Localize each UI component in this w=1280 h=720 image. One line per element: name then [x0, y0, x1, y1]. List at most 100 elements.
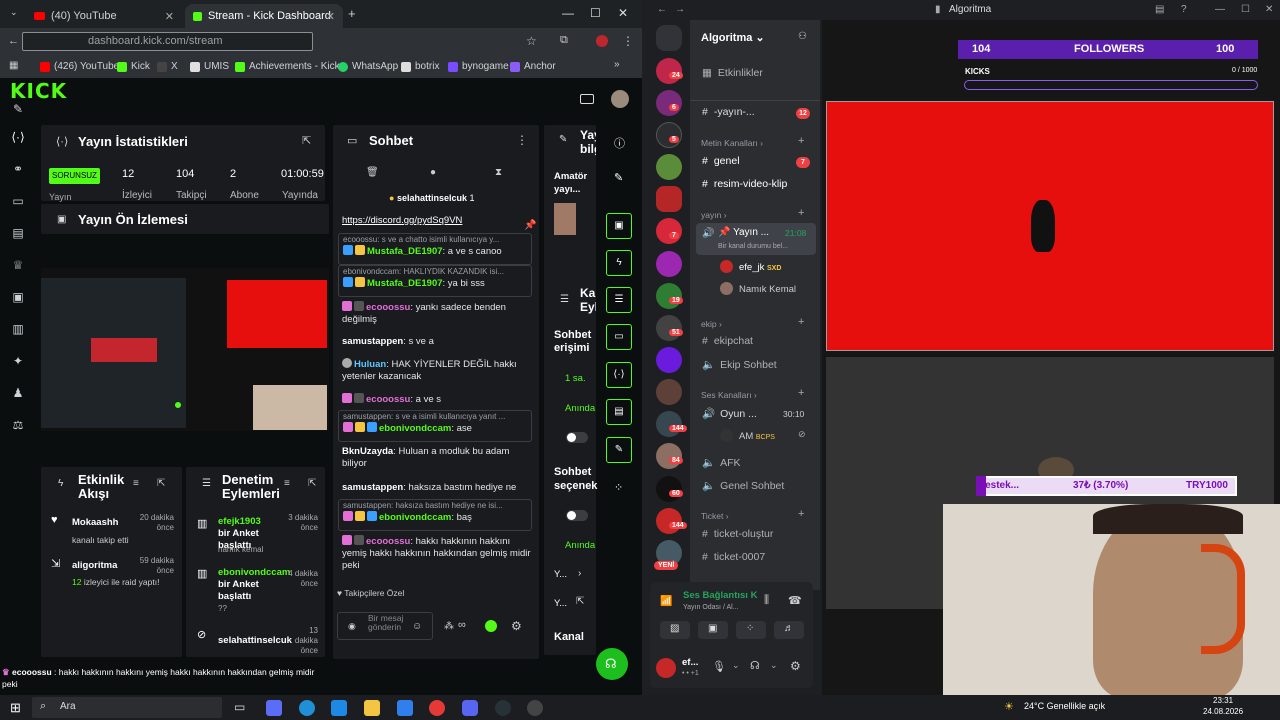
toggle-switch[interactable] [566, 510, 588, 521]
add-channel-icon[interactable]: + [798, 135, 804, 147]
server-icon[interactable] [656, 476, 682, 502]
server-icon[interactable] [656, 508, 682, 534]
infinity-icon[interactable]: ∞ [458, 619, 466, 631]
bookmark-bynogame[interactable]: bynogame [448, 61, 509, 72]
popout-icon[interactable]: ⇱ [308, 478, 316, 489]
option-label[interactable]: Y... [554, 569, 567, 580]
channel-ticket-olustur[interactable]: # ticket-oluştur [702, 528, 773, 540]
store-icon[interactable] [331, 700, 347, 716]
chat-username[interactable]: ebonivondccam [379, 512, 451, 523]
voice-member[interactable]: Namık Kemal [720, 282, 796, 295]
close-icon[interactable]: ✕ [1265, 4, 1273, 15]
bookmark-whatsapp[interactable]: WhatsApp [338, 61, 398, 72]
users-icon[interactable]: ⁂ [444, 621, 454, 632]
timer-icon[interactable]: ⧗ [495, 167, 502, 178]
explorer-icon[interactable] [364, 700, 380, 716]
activity-user[interactable]: aligoritma [72, 560, 117, 571]
bookmark-achievements[interactable]: Achievements - Kick... [235, 61, 348, 72]
server-icon[interactable] [656, 411, 682, 437]
chevron-down-icon[interactable]: ⌄ [732, 660, 740, 671]
category-ticket[interactable]: Ticket › [701, 511, 729, 521]
add-member-icon[interactable]: ⚇ [798, 31, 807, 42]
soundboard-button[interactable]: ♬ [774, 621, 804, 639]
channel-events[interactable]: ▦ Etkinlikler [702, 67, 763, 79]
toolbar-button-preview[interactable]: ▤ [606, 399, 632, 425]
url-input[interactable]: dashboard.kick.com/stream [22, 32, 313, 51]
help-icon[interactable]: ? [1181, 4, 1187, 15]
back-icon[interactable]: ← [657, 4, 667, 15]
help-chat-button[interactable]: ☊ [596, 648, 628, 680]
toolbar-button-broadcast[interactable]: ⟨·⟩ [606, 362, 632, 388]
minimize-icon[interactable]: — [1215, 4, 1225, 15]
broadcast-icon[interactable]: ⟨·⟩ [11, 130, 25, 144]
pin-icon[interactable]: 📌 [524, 220, 536, 231]
mod-user[interactable]: efejk1903 [218, 516, 261, 527]
server-icon[interactable] [656, 122, 682, 148]
toolbar-button-tools[interactable]: ✎ [606, 437, 632, 463]
toolbar-button-stream[interactable]: ▣ [606, 213, 632, 239]
chat-username[interactable]: Mustafa_DE1907 [367, 278, 443, 289]
voice-channel-ekip[interactable]: 🔈 Ekip Sohbet [702, 358, 777, 371]
voice-member[interactable]: AM BCPS [720, 429, 775, 442]
server-icon[interactable] [656, 347, 682, 373]
server-icon[interactable] [656, 283, 682, 309]
mic-icon[interactable]: 🎙 [712, 660, 726, 673]
kick-logo[interactable]: KICK [10, 79, 67, 103]
headphone-icon[interactable]: ☊ [750, 659, 760, 672]
app-icon[interactable] [527, 700, 543, 716]
minimize-icon[interactable]: — [562, 6, 574, 20]
chevron-right-icon[interactable]: › [578, 568, 581, 579]
server-icon[interactable] [656, 443, 682, 469]
chat-username[interactable]: BknUzayda [342, 446, 393, 457]
screenshare-button[interactable]: ▣ [698, 621, 728, 639]
toolbar-button-moderation[interactable]: ☰ [606, 287, 632, 313]
channel-genel[interactable]: # genel [702, 155, 740, 167]
tab-search-icon[interactable]: ⌄ [10, 7, 18, 18]
avatar[interactable] [611, 90, 629, 108]
tab-kick-dashboard[interactable]: Stream - Kick Dashboard ✕ [185, 4, 343, 28]
activity-user[interactable]: Mokaashh [72, 517, 118, 528]
add-channel-icon[interactable]: + [798, 316, 804, 328]
chat-username[interactable]: ecooossu [366, 536, 410, 547]
mod-user[interactable]: ebonivondccam [218, 567, 290, 578]
voice-channel-yayin[interactable]: 🔊 📌 Yayın ... 21:08 Bir kanal durumu bel… [696, 223, 816, 255]
activities-button[interactable]: ⁘ [736, 621, 766, 639]
new-tab-icon[interactable]: + [348, 6, 356, 21]
bookmark-youtube[interactable]: (426) YouTube [40, 61, 119, 72]
link-icon[interactable]: ⚭ [11, 162, 25, 176]
window-icon[interactable]: ▭ [11, 194, 25, 208]
server-icon[interactable] [656, 154, 682, 180]
add-channel-icon[interactable]: + [798, 207, 804, 219]
menu-icon[interactable]: ⋮ [622, 34, 634, 48]
close-window-icon[interactable]: ✕ [618, 6, 628, 20]
pinned-user[interactable]: ● selahattinselcuk 1 [389, 193, 475, 203]
channel-yayin[interactable]: # -yayın-... [702, 106, 755, 118]
maximize-icon[interactable]: ☐ [1241, 4, 1250, 15]
camera-button[interactable]: ▨ [660, 621, 690, 639]
chat-reply[interactable]: samustappen: s ve a isimli kullanıcıya y… [338, 410, 532, 442]
avatar[interactable] [656, 658, 676, 678]
chrome-icon[interactable] [429, 700, 445, 716]
tools-icon[interactable]: ✦ [11, 354, 25, 368]
trash-icon[interactable]: 🗑 [366, 167, 379, 178]
option-label[interactable]: Y... [554, 598, 567, 609]
wrench-icon[interactable]: ✎ [11, 102, 25, 116]
chevron-down-icon[interactable]: ⌄ [770, 660, 778, 671]
category-yayin[interactable]: yayın › [701, 210, 727, 220]
star-icon[interactable]: ☆ [526, 34, 537, 48]
chat-access-value[interactable]: 1 sa. [565, 373, 586, 384]
filter-icon[interactable]: ≡ [133, 478, 139, 489]
settings-icon[interactable]: ⚙ [790, 659, 801, 673]
close-icon[interactable]: ✕ [326, 10, 335, 23]
app-icon[interactable] [397, 700, 413, 716]
edit-icon[interactable]: ✎ [614, 171, 623, 184]
chat-username[interactable]: ecooossu [366, 394, 410, 405]
chat-username[interactable]: samustappen [342, 482, 403, 493]
bookmark-umis[interactable]: UMIS [190, 61, 229, 72]
extensions-icon[interactable]: ⧉ [560, 34, 568, 47]
chat-settings-icon[interactable]: ◉ [348, 621, 356, 632]
close-icon[interactable]: ✕ [165, 10, 174, 23]
profile-icon[interactable] [596, 35, 608, 47]
forward-icon[interactable]: → [675, 4, 685, 15]
mod-user[interactable]: selahattinselcuk [218, 635, 292, 646]
